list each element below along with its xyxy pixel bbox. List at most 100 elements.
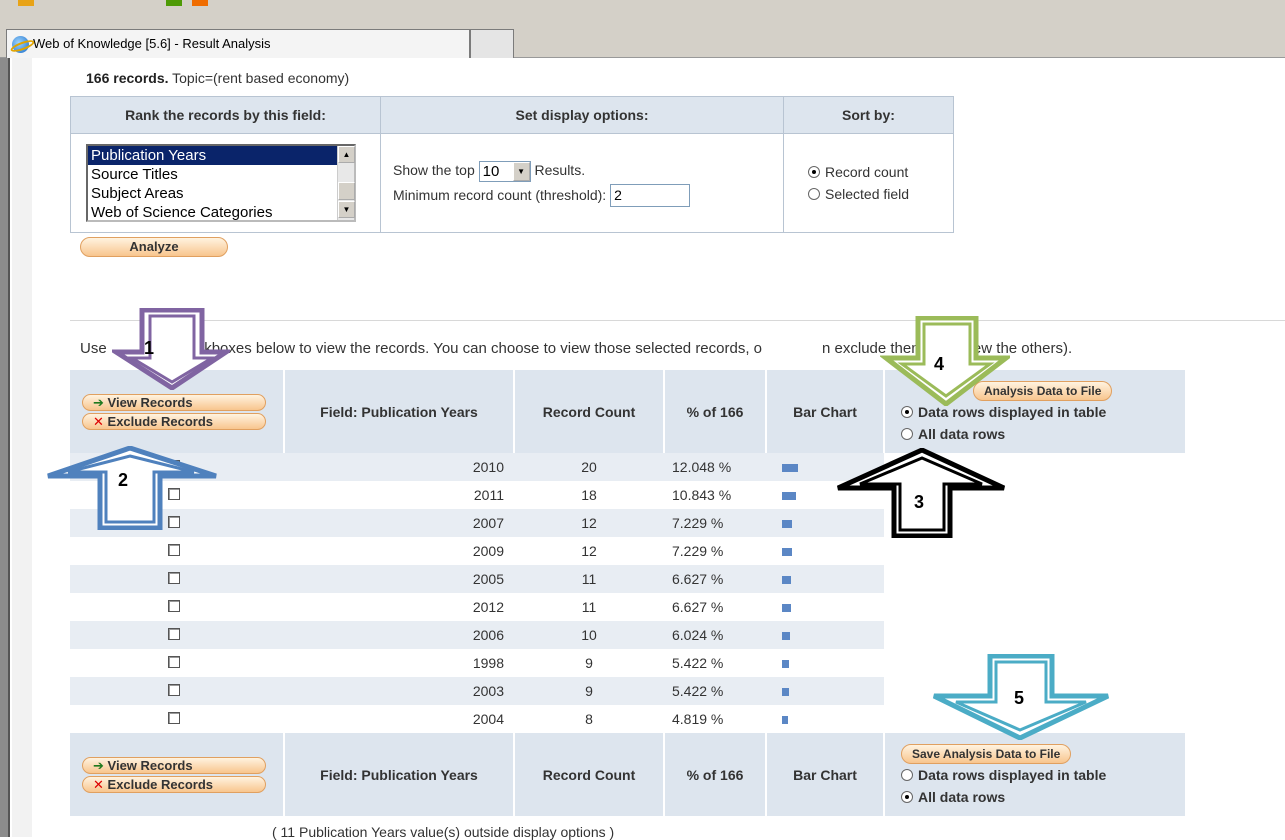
bar-cell	[766, 537, 884, 565]
listbox-option[interactable]: Web of Science Categories	[88, 203, 354, 222]
table-row: 2007 12 7.229 %	[70, 509, 1186, 537]
table-row: 2010 20 12.048 %	[70, 453, 1186, 481]
instruction-part: ckboxes below to view the records. You c…	[196, 340, 763, 357]
listbox-option[interactable]: Publication Years	[88, 146, 354, 165]
show-top-value: 10	[482, 162, 500, 180]
bar-chart-bar	[782, 520, 792, 529]
row-checkbox[interactable]	[168, 656, 180, 668]
count-cell: 8	[514, 705, 664, 733]
checkbox-cell	[70, 537, 284, 565]
count-cell: 10	[514, 621, 664, 649]
col-count[interactable]: Record Count	[514, 733, 665, 816]
radio-button[interactable]	[901, 790, 913, 803]
bar-chart-bar	[782, 492, 796, 501]
save-option-displayed[interactable]: Data rows displayed in table	[901, 764, 1185, 786]
empty-cell	[884, 565, 1186, 593]
checkbox-cell	[70, 705, 284, 733]
browser-toolbar-strip	[0, 0, 1285, 24]
bar-chart-bar	[782, 716, 788, 725]
listbox-option[interactable]: Source Titles	[88, 165, 354, 184]
count-cell: 12	[514, 509, 664, 537]
show-top-suffix: Results.	[534, 161, 586, 178]
x-icon: ✕	[93, 776, 104, 792]
browser-tab-bar: Web of Knowledge [5.6] - Result Analysis	[0, 24, 1285, 58]
count-cell: 20	[514, 453, 664, 481]
count-cell: 9	[514, 677, 664, 705]
toolbar-icon[interactable]	[192, 0, 208, 6]
radio-button[interactable]	[901, 405, 913, 418]
checkbox-cell	[70, 593, 284, 621]
listbox-scrollbar[interactable]: ▲ ▼	[337, 146, 355, 220]
x-icon: ✕	[93, 413, 104, 429]
rank-field-cell: Publication Years Source Titles Subject …	[70, 133, 381, 233]
chevron-down-icon[interactable]: ▼	[512, 161, 530, 181]
sort-option-selected-field[interactable]: Selected field	[808, 183, 952, 205]
view-records-button[interactable]: ➔ View Records	[82, 393, 266, 411]
col-field[interactable]: Field: Publication Years	[284, 733, 515, 816]
annotation-arrow-4: 4	[880, 316, 1010, 406]
sort-cell: Record count Selected field	[783, 133, 954, 233]
percent-cell: 6.627 %	[664, 565, 766, 593]
empty-cell	[884, 537, 1186, 565]
save-option-all[interactable]: All data rows	[901, 786, 1185, 808]
bar-cell	[766, 621, 884, 649]
row-checkbox[interactable]	[168, 684, 180, 696]
display-options-cell: Show the top 10 ▼ Results. Minimum recor…	[380, 133, 784, 233]
save-analysis-button[interactable]: Save Analysis Data to File	[901, 743, 1072, 764]
sort-option-record-count[interactable]: Record count	[808, 161, 952, 183]
bar-cell	[766, 593, 884, 621]
threshold-input[interactable]: 2	[610, 184, 691, 208]
exclude-records-button[interactable]: ✕ Exclude Records	[82, 412, 266, 430]
percent-cell: 6.024 %	[664, 621, 766, 649]
browser-new-tab[interactable]	[470, 29, 514, 58]
bar-chart-bar	[782, 660, 789, 669]
col-count[interactable]: Record Count	[514, 370, 665, 453]
year-cell: 2004	[284, 705, 514, 733]
scroll-down-icon[interactable]: ▼	[338, 201, 355, 218]
show-top-prefix: Show the top	[393, 161, 475, 178]
bar-cell	[766, 649, 884, 677]
arrow-right-icon: ➔	[93, 394, 104, 410]
save-option-all[interactable]: All data rows	[901, 423, 1185, 445]
annotation-arrow-3: 3	[832, 448, 1008, 538]
record-count: 166 records.	[86, 70, 169, 86]
toolbar-icon[interactable]	[166, 0, 182, 6]
view-records-button[interactable]: ➔ View Records	[82, 756, 266, 774]
row-checkbox[interactable]	[168, 712, 180, 724]
bar-chart-bar	[782, 548, 792, 557]
display-header: Set display options:	[380, 96, 784, 134]
col-percent[interactable]: % of 166	[664, 733, 767, 816]
annotation-label-2: 2	[118, 470, 129, 490]
col-percent[interactable]: % of 166	[664, 370, 767, 453]
row-checkbox[interactable]	[168, 600, 180, 612]
exclude-records-button[interactable]: ✕ Exclude Records	[82, 775, 266, 793]
listbox-option[interactable]: Subject Areas	[88, 184, 354, 203]
scroll-up-icon[interactable]: ▲	[338, 146, 355, 163]
row-checkbox[interactable]	[168, 628, 180, 640]
annotation-label-3: 3	[914, 492, 925, 512]
record-buttons-cell: ➔ View Records ✕ Exclude Records	[70, 733, 285, 816]
count-cell: 11	[514, 593, 664, 621]
col-field[interactable]: Field: Publication Years	[284, 370, 515, 453]
radio-button[interactable]	[901, 768, 913, 781]
toolbar-icon[interactable]	[18, 0, 34, 6]
rank-field-listbox[interactable]: Publication Years Source Titles Subject …	[86, 144, 356, 222]
radio-button[interactable]	[901, 427, 913, 440]
col-bar: Bar Chart	[766, 370, 885, 453]
year-cell: 2003	[284, 677, 514, 705]
percent-cell: 10.843 %	[664, 481, 766, 509]
outside-options-note: ( 11 Publication Years value(s) outside …	[272, 824, 615, 840]
row-checkbox[interactable]	[168, 572, 180, 584]
browser-tab-active[interactable]: Web of Knowledge [5.6] - Result Analysis	[6, 29, 470, 58]
window-left-border	[0, 58, 10, 837]
radio-button[interactable]	[808, 166, 820, 178]
row-checkbox[interactable]	[168, 544, 180, 556]
radio-button[interactable]	[808, 188, 820, 200]
show-top-select[interactable]: 10 ▼	[478, 160, 531, 182]
analyze-button[interactable]: Analyze	[80, 237, 228, 257]
bar-chart-bar	[782, 632, 790, 641]
count-cell: 12	[514, 537, 664, 565]
internet-explorer-icon	[12, 36, 29, 53]
col-bar: Bar Chart	[766, 733, 885, 816]
scroll-thumb[interactable]	[338, 182, 355, 200]
